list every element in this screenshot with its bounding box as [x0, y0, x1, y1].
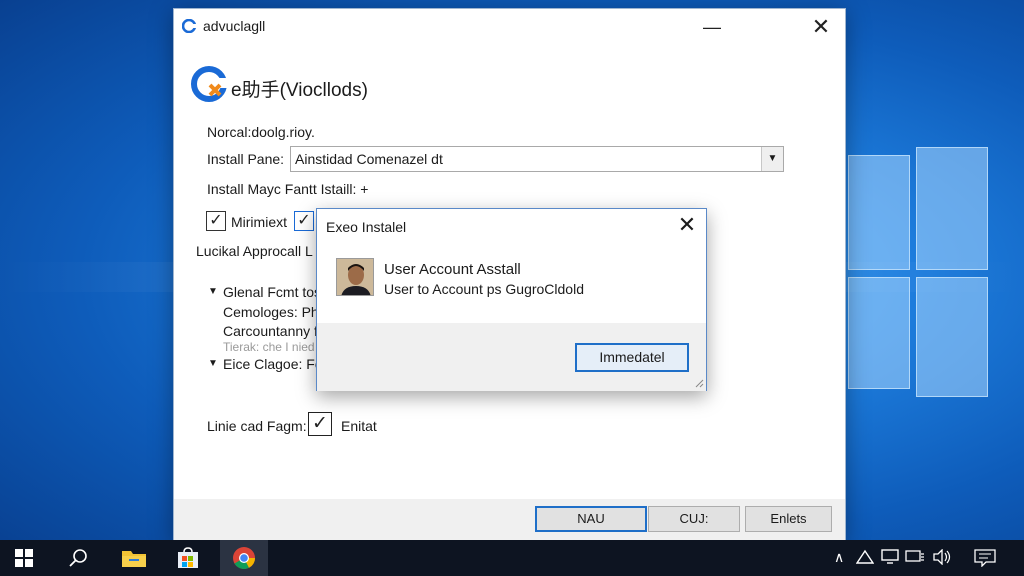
wifi-icon[interactable] — [905, 549, 925, 568]
description-text: Norcal:doolg.rioy. — [207, 124, 315, 140]
line-option-label: Linie cad Fagm: - — [207, 418, 316, 434]
chrome-icon[interactable] — [220, 540, 268, 576]
dialog-heading: User Account Asstall — [384, 261, 521, 278]
file-explorer-icon[interactable] — [110, 540, 158, 576]
tree-expand-icon[interactable]: ▼ — [208, 358, 218, 369]
product-logo-icon — [191, 66, 228, 102]
tree-item[interactable]: Carcountanny fo — [223, 323, 326, 339]
store-icon[interactable] — [164, 540, 212, 576]
tree-item[interactable]: Glenal Fcmt tos — [223, 284, 321, 300]
chevron-up-icon[interactable]: ∧ — [834, 549, 844, 566]
app-icon — [182, 19, 196, 33]
tree-item[interactable]: Tierak: che I nied — [223, 340, 315, 354]
dialog-message: User to Account ps GugroCldold — [384, 281, 584, 297]
minimal-checkbox-label: Mirimiext — [231, 214, 287, 230]
close-button[interactable]: ✕ — [798, 11, 844, 43]
minimize-button[interactable]: — — [689, 11, 735, 43]
tree-expand-icon[interactable]: ▼ — [208, 286, 218, 297]
install-mode-label: Install Mayc Fantt Istaill: + — [207, 181, 369, 197]
cancel-button[interactable]: Enlets — [745, 506, 832, 532]
windows-start-icon[interactable] — [0, 540, 48, 576]
dialog-title: Exeo Instalel — [326, 219, 407, 235]
dialog-confirm-button[interactable]: Immedatel — [575, 343, 689, 372]
enable-checkbox[interactable]: ✓ — [308, 412, 332, 436]
minimal-checkbox[interactable]: ✓ — [206, 211, 226, 231]
chevron-down-icon[interactable]: ▼ — [761, 147, 783, 171]
dialog-close-button[interactable]: ✕ — [674, 212, 700, 238]
back-button[interactable]: CUJ: — [648, 506, 740, 532]
install-path-label: Install Pane: — [207, 151, 285, 167]
tree-item[interactable]: Eice Clagoe: Foe — [223, 356, 330, 372]
title-bar[interactable]: advuclagll — ✕ — [174, 9, 845, 45]
second-option-checkbox[interactable]: ✓ — [294, 211, 314, 231]
enable-checkbox-label: Enitat — [341, 418, 377, 434]
search-icon[interactable] — [54, 540, 102, 576]
button-bar: NAU CUJ: Enlets — [174, 499, 845, 542]
taskbar: ∧ — [0, 540, 1024, 576]
display-icon[interactable] — [881, 549, 899, 568]
install-dialog: Exeo Instalel ✕ User Account Asstall Use… — [316, 208, 707, 391]
network-icon[interactable] — [855, 549, 875, 568]
window-title: advuclagll — [203, 18, 266, 34]
resize-grip-icon[interactable] — [694, 378, 704, 388]
tree-item[interactable]: Cemologes: Pha — [223, 304, 327, 320]
install-path-value: Ainstidad Comenazel dt — [295, 151, 443, 167]
volume-icon[interactable] — [932, 548, 952, 568]
next-button[interactable]: NAU — [535, 506, 647, 532]
user-avatar-icon — [337, 259, 373, 295]
section-label: Lucikal Approcall L — [196, 243, 313, 259]
notification-icon[interactable] — [974, 549, 996, 570]
avatar — [336, 258, 374, 296]
install-path-combobox[interactable]: Ainstidad Comenazel dt ▼ — [290, 146, 784, 172]
wallpaper-windows-logo — [848, 147, 988, 405]
header-title: e助手(Viocllods) — [231, 80, 368, 101]
